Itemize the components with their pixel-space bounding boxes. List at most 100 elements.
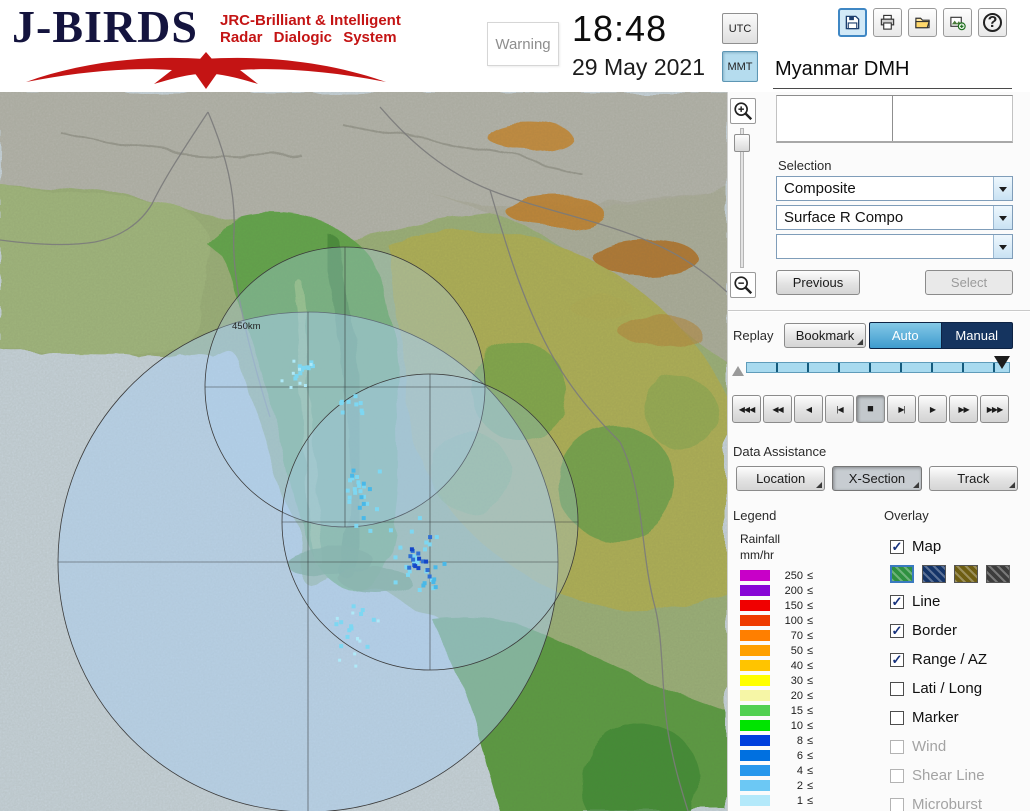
overlay-label: Overlay [884,508,929,523]
map-style-swatch[interactable] [922,565,946,583]
legend-row: 10 ≤ [740,718,813,733]
chevron-down-icon[interactable] [993,206,1012,229]
legend-row: 6 ≤ [740,748,813,763]
overlay-item-lati-long[interactable]: Lati / Long [890,674,1030,703]
x-section-button[interactable]: X-Section [832,466,922,491]
step-back-button[interactable]: ◀ [794,395,823,423]
legend-row: 250 ≤ [740,568,813,583]
map-style-swatch[interactable] [890,565,914,583]
legend-row: 1 ≤ [740,793,813,808]
control-panel: Selection Composite Surface R Compo Prev… [727,92,1030,811]
legend-color-swatch [740,615,770,626]
checkbox-checked-icon[interactable]: ✓ [890,594,904,609]
clock-time: 18:48 [572,8,668,49]
step-forward-button[interactable]: ▶ [918,395,947,423]
folder-icon [915,17,930,29]
rewind-fastest-button[interactable]: ◀◀◀ [732,395,761,423]
legend-row: 8 ≤ [740,733,813,748]
legend-color-swatch [740,780,770,791]
overlay-item-label: Border [912,622,958,639]
overlay-item-line[interactable]: ✓ Line [890,587,1030,616]
forward-fastest-button[interactable]: ▶▶▶ [980,395,1009,423]
location-button[interactable]: Location [736,466,826,491]
track-button[interactable]: Track [928,466,1018,491]
data-assistance-label: Data Assistance [733,444,827,459]
legend-color-swatch [740,600,770,611]
data-assistance-buttons: Location X-Section Track [736,466,1018,491]
overlay-item-label: Range / AZ [912,651,988,668]
skip-to-end-button[interactable]: ▶| [887,395,916,423]
overlay-item-label: Marker [912,709,959,726]
selection-label: Selection [778,158,832,173]
stop-button[interactable]: ■ [856,395,885,423]
rewind-fast-button[interactable]: ◀◀ [763,395,792,423]
zoom-in-button[interactable] [730,98,756,124]
auto-mode-button[interactable]: Auto [870,323,941,348]
replay-mode-toggle: Auto Manual [869,322,1013,349]
timeline-thumb[interactable] [994,356,1010,369]
legend-color-swatch [740,705,770,716]
zoom-out-button[interactable] [730,272,756,298]
overlay-item-range-az[interactable]: ✓ Range / AZ [890,645,1030,674]
checkbox-checked-icon[interactable]: ✓ [890,539,904,554]
option-combo[interactable] [776,234,1013,259]
warning-status: Warning [487,22,559,66]
bookmark-button[interactable]: Bookmark [784,323,866,348]
forward-fast-button[interactable]: ▶▶ [949,395,978,423]
overlay-list: ✓ Map ✓ Line ✓ Border ✓ Range / AZ Lati / Long Ma… [890,532,1030,811]
legend-color-swatch [740,795,770,806]
help-button[interactable]: ? [978,8,1007,37]
map-style-swatch[interactable] [954,565,978,583]
radar-map-area: 450km [0,92,727,811]
print-button[interactable] [873,8,902,37]
magnifier-minus-icon [734,276,753,295]
legend-row: 40 ≤ [740,658,813,673]
playback-controls: ◀◀◀ ◀◀ ◀ |◀ ■ ▶| ▶ ▶▶ ▶▶▶ [732,395,1009,423]
overlay-item-marker[interactable]: Marker [890,703,1030,732]
select-button[interactable]: Select [925,270,1013,295]
checkbox-icon[interactable] [890,681,904,696]
checkbox-checked-icon[interactable]: ✓ [890,652,904,667]
mmt-button[interactable]: MMT [722,51,758,82]
legend-row: 2 ≤ [740,778,813,793]
status-box [776,95,1013,143]
checkbox-icon [890,797,904,811]
chevron-down-icon[interactable] [993,177,1012,200]
checkbox-checked-icon[interactable]: ✓ [890,623,904,638]
legend-value: 30 ≤ [790,674,814,687]
map-canvas[interactable]: 450km [0,92,727,811]
toolbar: ? [838,8,1007,37]
magnifier-plus-icon [734,102,753,121]
legend-row: 100 ≤ [740,613,813,628]
map-style-swatches [890,561,1030,587]
chevron-down-icon[interactable] [993,235,1012,258]
legend-value: 6 ≤ [796,749,814,762]
timeline-slider[interactable] [746,362,1010,373]
separator [728,310,1030,312]
export-image-button[interactable] [943,8,972,37]
overlay-item-label: Shear Line [912,767,985,784]
overlay-item-border[interactable]: ✓ Border [890,616,1030,645]
manual-mode-button[interactable]: Manual [940,323,1013,348]
legend-color-swatch [740,660,770,671]
overlay-item-map[interactable]: ✓ Map [890,532,1030,561]
zoom-slider-thumb[interactable] [734,134,750,152]
composite-combo[interactable]: Composite [776,176,1013,201]
map-style-swatch[interactable] [986,565,1010,583]
skip-to-start-button[interactable]: |◀ [825,395,854,423]
legend-value: 4 ≤ [796,764,814,777]
utc-button[interactable]: UTC [722,13,758,44]
overlay-item-label: Wind [912,738,947,755]
save-button[interactable] [838,8,867,37]
eagle-logo-icon [26,52,386,89]
open-file-button[interactable] [908,8,937,37]
previous-button[interactable]: Previous [776,270,860,295]
product-combo[interactable]: Surface R Compo [776,205,1013,230]
jbirds-logo: J-BIRDS JRC-Brilliant & Intelligent Rada… [12,4,401,89]
legend-color-swatch [740,645,770,656]
legend-color-swatch [740,720,770,731]
legend-color-swatch [740,585,770,596]
legend-value: 200 ≤ [784,584,814,597]
checkbox-icon[interactable] [890,710,904,725]
legend-value: 100 ≤ [784,614,814,627]
